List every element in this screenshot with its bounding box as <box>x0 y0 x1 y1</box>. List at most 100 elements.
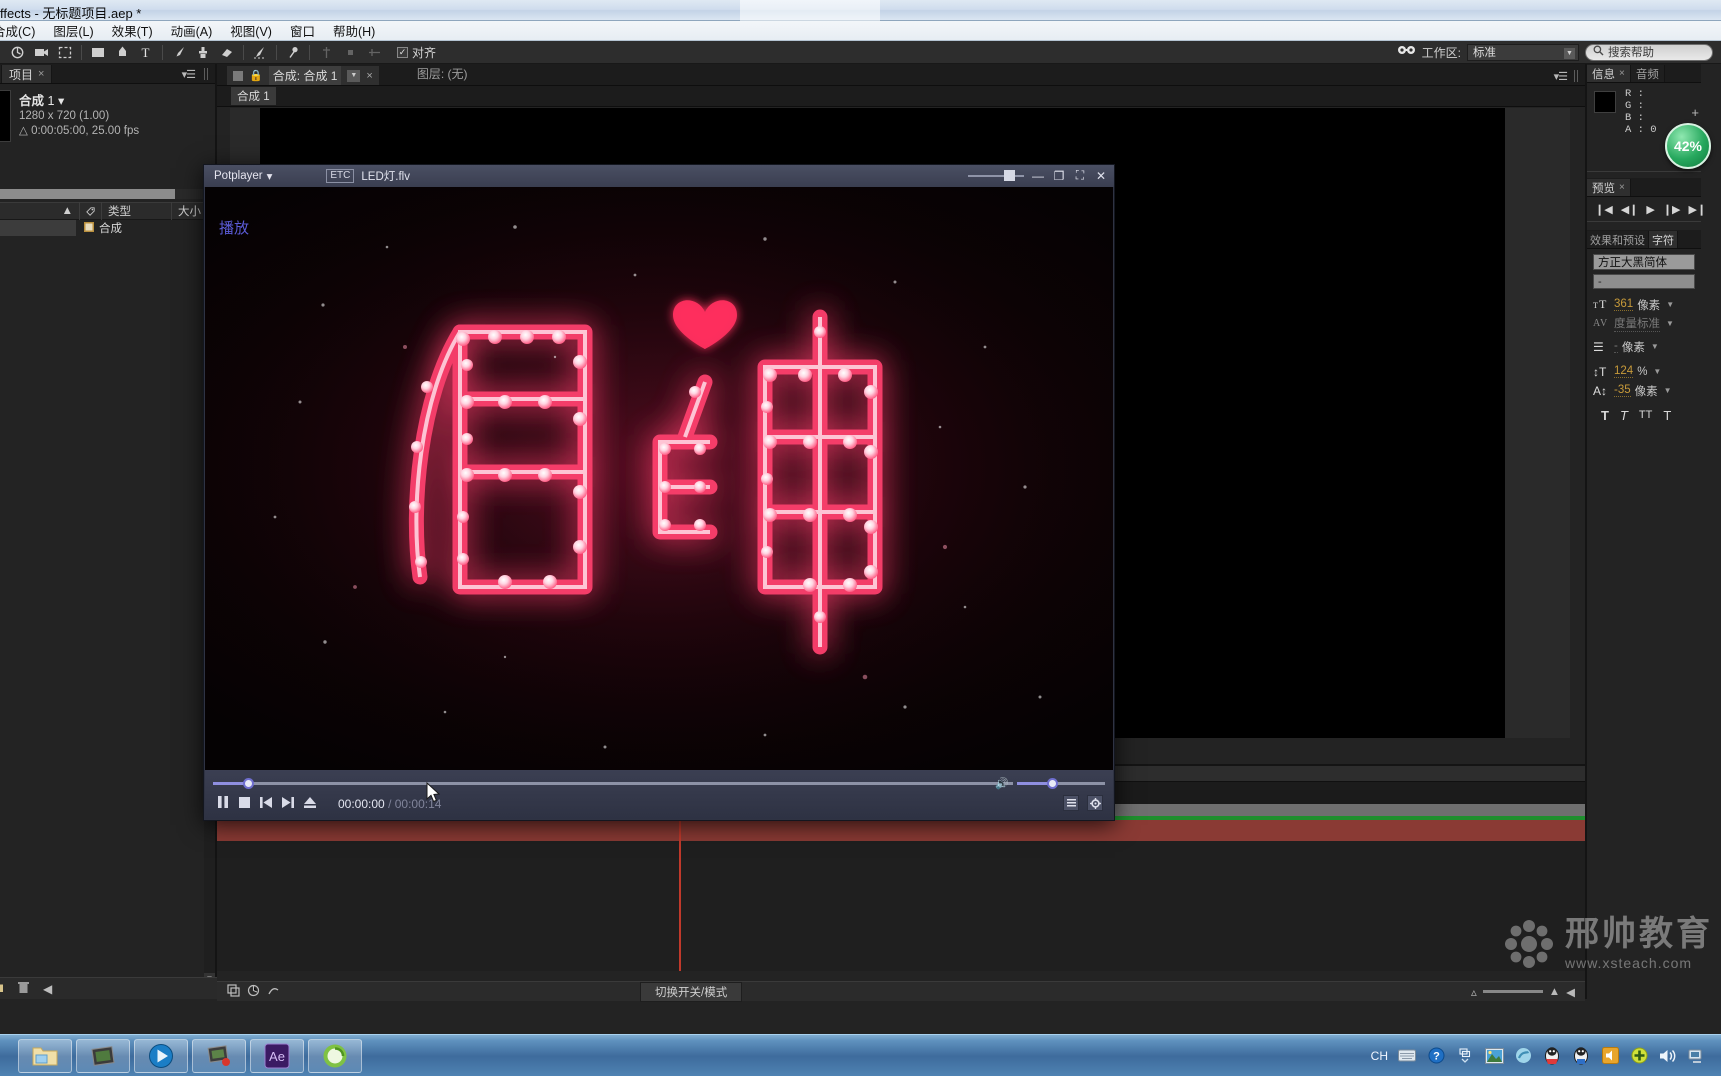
lock-icon[interactable]: 🔒 <box>249 69 263 82</box>
close-icon[interactable]: × <box>38 68 44 80</box>
tracking-value[interactable]: - <box>1614 340 1618 353</box>
timeline-layer-bar[interactable] <box>217 820 1585 841</box>
region-of-interest-icon[interactable] <box>54 43 76 62</box>
menu-item-layer[interactable]: 图层(L) <box>44 20 102 41</box>
chevron-down-icon[interactable]: ▼ <box>1651 342 1659 351</box>
chevron-down-icon[interactable]: ▾ <box>267 169 273 183</box>
chevron-down-icon[interactable]: ▼ <box>1564 48 1575 59</box>
help-icon[interactable]: ? <box>1426 1046 1446 1066</box>
comp-dropdown-icon[interactable]: ▾ <box>58 94 64 108</box>
text-tool-icon[interactable]: T <box>135 43 157 62</box>
potplayer-window[interactable]: Potplayer ▾ ETC LED灯.flv — ❐ ⛶ ✕ 播放 <box>203 164 1115 821</box>
selection-tool-icon[interactable] <box>0 43 4 62</box>
taskbar-item-image-viewer[interactable] <box>76 1039 130 1073</box>
font-family-field[interactable]: 方正大黑简体 <box>1593 254 1695 270</box>
pause-button[interactable] <box>217 796 229 811</box>
chevron-down-icon[interactable]: ▼ <box>1653 367 1661 376</box>
help-search-field[interactable]: 搜索帮助 <box>1585 44 1713 61</box>
zoom-slider[interactable] <box>1483 990 1543 993</box>
potplayer-brand[interactable]: Potplayer ▾ <box>204 169 272 183</box>
potplayer-video-area[interactable]: 播放 <box>205 187 1113 771</box>
table-row[interactable]: 合成 <box>0 220 217 236</box>
expand-icon[interactable] <box>1455 1046 1475 1066</box>
frame-blend-icon[interactable] <box>227 984 240 1000</box>
tab-audio[interactable]: 音频 <box>1631 65 1665 82</box>
tab-project[interactable]: 项目 × <box>2 65 52 83</box>
panel-grip[interactable] <box>1574 70 1580 82</box>
potplayer-title-bar[interactable]: Potplayer ▾ ETC LED灯.flv — ❐ ⛶ ✕ <box>204 165 1114 187</box>
network-icon[interactable] <box>1687 1046 1707 1066</box>
tab-character[interactable]: 字符 <box>1649 231 1678 248</box>
snap-toggle[interactable]: ✓ 对齐 <box>397 44 436 61</box>
volume-control[interactable]: 🔊 <box>1009 778 1105 789</box>
photo-icon[interactable] <box>1484 1046 1504 1066</box>
clone-stamp-tool-icon[interactable] <box>192 43 214 62</box>
chevron-down-icon[interactable]: ▼ <box>1666 300 1674 309</box>
tab-info[interactable]: 信息 × <box>1587 65 1631 82</box>
sound-app-icon[interactable] <box>1600 1046 1620 1066</box>
menu-item-animation[interactable]: 动画(A) <box>162 20 222 41</box>
delete-icon[interactable] <box>18 981 29 997</box>
volume-icon[interactable]: 🔊 <box>995 777 1009 790</box>
volume-knob[interactable] <box>1047 778 1058 789</box>
project-horizontal-scrollbar[interactable] <box>0 189 217 199</box>
tab-layer[interactable]: 图层: (无) <box>417 65 468 84</box>
zoom-out-icon[interactable]: ▵ <box>1471 985 1477 999</box>
faux-italic-button[interactable]: T <box>1620 408 1628 423</box>
taskbar-item-potplayer[interactable] <box>134 1039 188 1073</box>
font-size-value[interactable]: 361 <box>1614 298 1633 311</box>
puppet-pin-tool-icon[interactable] <box>282 43 304 62</box>
camera-tool-icon[interactable] <box>30 43 52 62</box>
tab-composition[interactable]: 🔒 合成: 合成 1 ▼ × <box>227 66 379 85</box>
faux-bold-button[interactable]: T <box>1601 408 1609 423</box>
previous-button[interactable] <box>260 797 272 811</box>
minimize-button[interactable]: — <box>1031 169 1045 183</box>
qq-icon[interactable] <box>1542 1046 1562 1066</box>
next-button[interactable] <box>282 797 294 811</box>
timeline-collapse-icon[interactable]: ◀ <box>1566 985 1575 999</box>
hand-tool-icon[interactable] <box>6 43 28 62</box>
pen-tool-icon[interactable] <box>111 43 133 62</box>
timeline-zoom-control[interactable]: ▵ ▲ ◀ <box>1471 985 1585 999</box>
close-icon[interactable]: × <box>1619 68 1625 79</box>
menu-item-composition[interactable]: 合成(C) <box>0 20 44 41</box>
menu-item-window[interactable]: 窗口 <box>281 20 324 41</box>
settings-button[interactable] <box>1087 795 1103 811</box>
new-folder-icon[interactable] <box>0 981 4 996</box>
motion-blur-icon[interactable] <box>247 984 260 1000</box>
project-footer-arrow-icon[interactable]: ◀ <box>43 982 52 996</box>
kerning-value[interactable]: 度量标准 <box>1614 315 1660 332</box>
qq2-icon[interactable] <box>1571 1046 1591 1066</box>
col-label-icon[interactable] <box>80 202 102 220</box>
panel-grip[interactable] <box>204 68 210 80</box>
volume-knob[interactable] <box>1004 170 1015 181</box>
taskbar-item-explorer[interactable] <box>18 1039 72 1073</box>
close-icon[interactable]: × <box>366 70 372 82</box>
vertical-scale-value[interactable]: 124 <box>1614 365 1633 378</box>
subtab-composition-label[interactable]: 合成 1 <box>231 87 276 105</box>
workspace-select[interactable]: 标准 ▼ <box>1467 44 1579 61</box>
eraser-tool-icon[interactable] <box>216 43 238 62</box>
col-header-type[interactable]: 类型 <box>102 202 172 220</box>
stop-button[interactable] <box>239 797 250 811</box>
chevron-down-icon[interactable]: ▼ <box>1666 319 1674 328</box>
snap-checkbox[interactable]: ✓ <box>397 47 408 58</box>
volume-icon[interactable] <box>1658 1046 1678 1066</box>
baseline-shift-value[interactable]: -35 <box>1614 384 1631 397</box>
scrollbar-thumb[interactable] <box>0 189 175 199</box>
col-header-size[interactable]: 大小 <box>172 202 207 220</box>
titlebar-volume-slider[interactable] <box>968 169 1024 183</box>
seek-track[interactable] <box>213 782 1013 785</box>
keyboard-icon[interactable] <box>1397 1046 1417 1066</box>
brush-tool-icon[interactable] <box>168 43 190 62</box>
eject-button[interactable] <box>304 797 316 811</box>
chevron-down-icon[interactable]: ▼ <box>1664 386 1672 395</box>
seek-bar[interactable] <box>213 778 1013 788</box>
taskbar-item-browser[interactable] <box>308 1039 362 1073</box>
tab-preview[interactable]: 预览 × <box>1587 179 1631 196</box>
zoom-in-icon[interactable]: ▲ <box>1549 986 1560 998</box>
graph-editor-icon[interactable] <box>267 984 280 1000</box>
go-to-start-icon[interactable]: ❙◀ <box>1595 203 1613 216</box>
previous-frame-icon[interactable]: ◀❙ <box>1621 203 1639 216</box>
col-sort-icon[interactable]: ▲ <box>0 202 80 220</box>
